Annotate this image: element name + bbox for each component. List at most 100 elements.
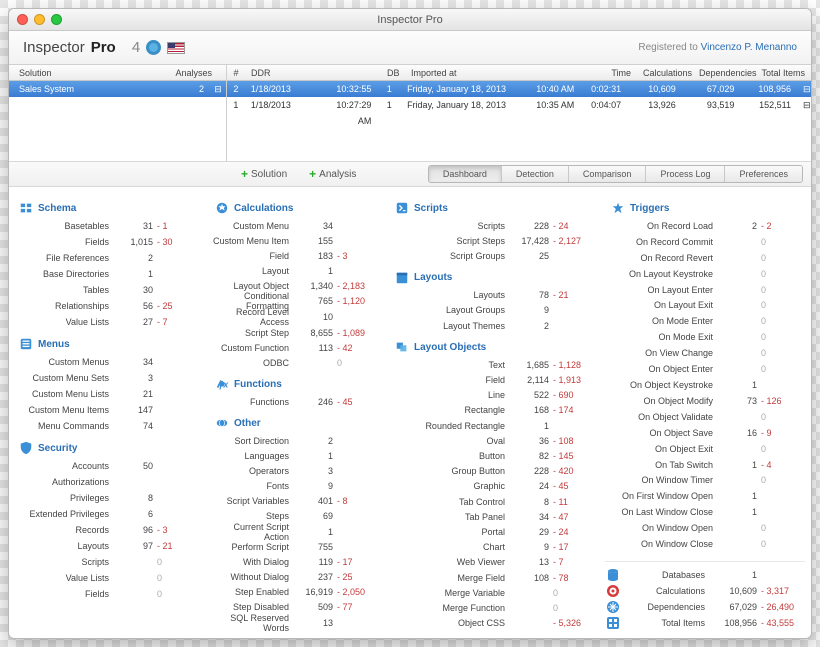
data-row[interactable]: On Object Validate0 <box>605 410 805 424</box>
data-row[interactable]: On Object Modify73- 126 <box>605 394 805 408</box>
data-row[interactable]: Text1,685- 1,128 <box>389 358 597 371</box>
data-row[interactable]: Tab Control8- 11 <box>389 495 597 508</box>
close-icon[interactable] <box>17 14 28 25</box>
data-row[interactable]: On Object Enter0 <box>605 362 805 376</box>
summary-row[interactable]: Databases1 <box>605 568 805 582</box>
data-row[interactable]: Tab Panel34- 47 <box>389 510 597 523</box>
col-solution[interactable]: Solution <box>9 65 170 80</box>
data-row[interactable]: On Record Revert0 <box>605 251 805 265</box>
data-row[interactable]: On Record Commit0 <box>605 235 805 249</box>
data-row[interactable]: Layouts78- 21 <box>389 289 597 302</box>
solution-row[interactable]: Sales System2⊟ <box>9 81 226 97</box>
data-row[interactable]: On Record Load2- 2 <box>605 219 805 233</box>
data-row[interactable]: Fields0 <box>13 587 201 601</box>
delete-icon[interactable]: ⊟ <box>797 97 811 113</box>
tab-dashboard[interactable]: Dashboard <box>429 166 502 182</box>
data-row[interactable]: On Object Save16- 9 <box>605 426 805 440</box>
flag-icon[interactable] <box>167 42 185 54</box>
data-row[interactable]: Value Lists0 <box>13 571 201 585</box>
data-row[interactable]: Scripts0 <box>13 555 201 569</box>
data-row[interactable]: Line522- 690 <box>389 389 597 402</box>
data-row[interactable]: Layouts97- 21 <box>13 539 201 553</box>
col-num[interactable]: # <box>227 65 245 80</box>
data-row[interactable]: ODBC0 <box>209 356 381 369</box>
col-db[interactable]: DB <box>381 65 405 80</box>
data-row[interactable]: On Window Open0 <box>605 521 805 535</box>
data-row[interactable]: On Object Exit0 <box>605 442 805 456</box>
tab-preferences[interactable]: Preferences <box>725 166 802 182</box>
data-row[interactable]: Functions246- 45 <box>209 395 381 408</box>
data-row[interactable]: Record Level Access10 <box>209 310 381 324</box>
data-row[interactable]: On First Window Open1 <box>605 489 805 503</box>
data-row[interactable]: Custom Menu Item155 <box>209 234 381 247</box>
data-row[interactable]: Without Dialog237- 25 <box>209 571 381 584</box>
data-row[interactable]: Script Step8,655- 1,089 <box>209 326 381 339</box>
summary-row[interactable]: Total Items108,956- 43,555 <box>605 616 805 630</box>
data-row[interactable]: Merge Variable0 <box>389 586 597 599</box>
data-row[interactable]: Tables30 <box>13 283 201 297</box>
data-row[interactable]: Perform Script755 <box>209 541 381 554</box>
zoom-icon[interactable] <box>51 14 62 25</box>
data-row[interactable]: Layout Groups9 <box>389 304 597 317</box>
data-row[interactable]: On Window Close0 <box>605 537 805 551</box>
add-analysis-button[interactable]: +Analysis <box>301 165 364 183</box>
data-row[interactable]: Extended Privileges6 <box>13 507 201 521</box>
data-row[interactable]: Value Lists27- 7 <box>13 315 201 329</box>
data-row[interactable]: Records96- 3 <box>13 523 201 537</box>
data-row[interactable]: Operators3 <box>209 465 381 478</box>
data-row[interactable]: On Tab Switch1- 4 <box>605 458 805 472</box>
data-row[interactable]: Script Groups25 <box>389 249 597 262</box>
analysis-row[interactable]: 21/18/201310:32:55 AM1Friday, January 18… <box>227 81 811 97</box>
analysis-row[interactable]: 11/18/201310:27:29 AM1Friday, January 18… <box>227 97 811 113</box>
data-row[interactable]: On View Change0 <box>605 346 805 360</box>
minimize-icon[interactable] <box>34 14 45 25</box>
data-row[interactable]: Fields1,015- 30 <box>13 235 201 249</box>
data-row[interactable]: Custom Menu Items147 <box>13 403 201 417</box>
data-row[interactable]: Basetables31- 1 <box>13 219 201 233</box>
data-row[interactable]: Relationships56- 25 <box>13 299 201 313</box>
data-row[interactable]: On Window Timer0 <box>605 474 805 488</box>
clock-icon[interactable] <box>146 40 161 55</box>
add-solution-button[interactable]: +Solution <box>233 165 295 183</box>
registered-user-link[interactable]: Vincenzo P. Menanno <box>701 42 797 53</box>
data-row[interactable]: Button82- 145 <box>389 449 597 462</box>
tab-process log[interactable]: Process Log <box>646 166 725 182</box>
data-row[interactable]: On Layout Exit0 <box>605 299 805 313</box>
data-row[interactable]: Portal29- 24 <box>389 525 597 538</box>
data-row[interactable]: Group Button228- 420 <box>389 465 597 478</box>
data-row[interactable]: On Layout Keystroke0 <box>605 267 805 281</box>
data-row[interactable]: Current Script Action1 <box>209 525 381 539</box>
data-row[interactable]: Merge Function0 <box>389 601 597 614</box>
data-row[interactable]: Rounded Rectangle1 <box>389 419 597 432</box>
data-row[interactable]: Menu Commands74 <box>13 419 201 433</box>
data-row[interactable]: Custom Menu Lists21 <box>13 387 201 401</box>
data-row[interactable]: Authorizations <box>13 475 201 489</box>
data-row[interactable]: Oval36- 108 <box>389 434 597 447</box>
data-row[interactable]: Fonts9 <box>209 480 381 493</box>
col-calc[interactable]: Calculations <box>637 65 693 80</box>
data-row[interactable]: Layout Themes2 <box>389 319 597 332</box>
data-row[interactable]: Web Viewer13- 7 <box>389 556 597 569</box>
data-row[interactable]: Scripts228- 24 <box>389 219 597 232</box>
data-row[interactable]: Custom Function113- 42 <box>209 341 381 354</box>
col-analyses[interactable]: Analyses <box>170 65 226 80</box>
data-row[interactable]: With Dialog119- 17 <box>209 556 381 569</box>
col-time[interactable]: Time <box>589 65 637 80</box>
data-row[interactable]: Merge Field108- 78 <box>389 571 597 584</box>
data-row[interactable]: SQL Reserved Words13 <box>209 616 381 630</box>
data-row[interactable]: Base Directories1 <box>13 267 201 281</box>
data-row[interactable]: Object CSS- 5,326 <box>389 617 597 630</box>
data-row[interactable]: On Layout Enter0 <box>605 283 805 297</box>
data-row[interactable]: File References2 <box>13 251 201 265</box>
data-row[interactable]: Custom Menu Sets3 <box>13 371 201 385</box>
col-ddr[interactable]: DDR Generated <box>245 65 321 80</box>
delete-icon[interactable]: ⊟ <box>210 81 226 97</box>
data-row[interactable]: Field183- 3 <box>209 249 381 262</box>
col-total[interactable]: Total Items <box>753 65 811 80</box>
data-row[interactable]: Graphic24- 45 <box>389 480 597 493</box>
data-row[interactable]: On Mode Exit0 <box>605 330 805 344</box>
data-row[interactable]: Rectangle168- 174 <box>389 404 597 417</box>
data-row[interactable]: Chart9- 17 <box>389 541 597 554</box>
delete-icon[interactable]: ⊟ <box>797 81 811 97</box>
data-row[interactable]: Privileges8 <box>13 491 201 505</box>
